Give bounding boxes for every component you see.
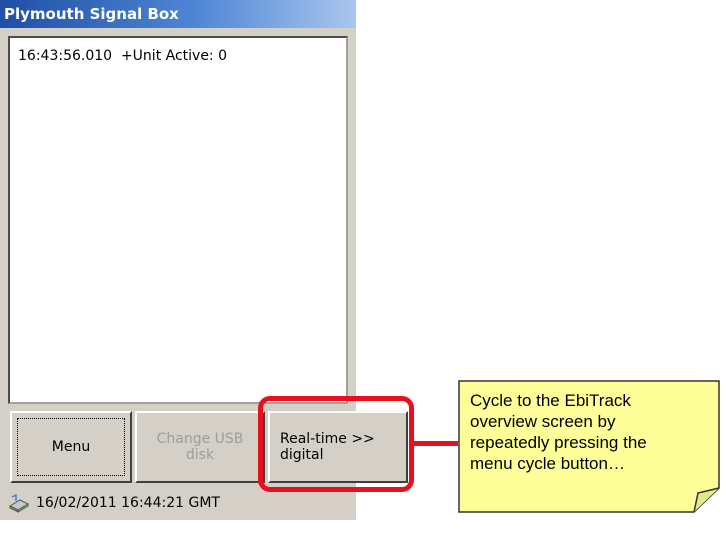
callout-text-line2: overview screen by [470,412,616,431]
event-log[interactable]: 16:43:56.010 +Unit Active: 0 [8,36,348,404]
button-highlight-ring [258,396,414,492]
change-usb-label-line2: disk [185,447,215,463]
log-line: 16:43:56.010 +Unit Active: 0 [18,48,228,64]
usb-drive-icon [8,493,30,513]
change-usb-label-line1: Change USB [156,431,244,447]
callout-note: Cycle to the EbiTrack overview screen by… [458,380,720,513]
callout-text-line4: menu cycle button… [470,454,625,473]
focus-rectangle [17,418,125,476]
callout-text-line3: repeatedly pressing the [470,433,647,452]
menu-button[interactable]: Menu [10,411,132,483]
change-usb-disk-button[interactable]: Change USB disk [135,411,265,483]
callout-text-line1: Cycle to the EbiTrack [470,391,631,410]
callout-connector-line [414,441,458,446]
status-datetime: 16/02/2011 16:44:21 GMT [36,495,220,511]
window-title: Plymouth Signal Box [0,0,356,28]
